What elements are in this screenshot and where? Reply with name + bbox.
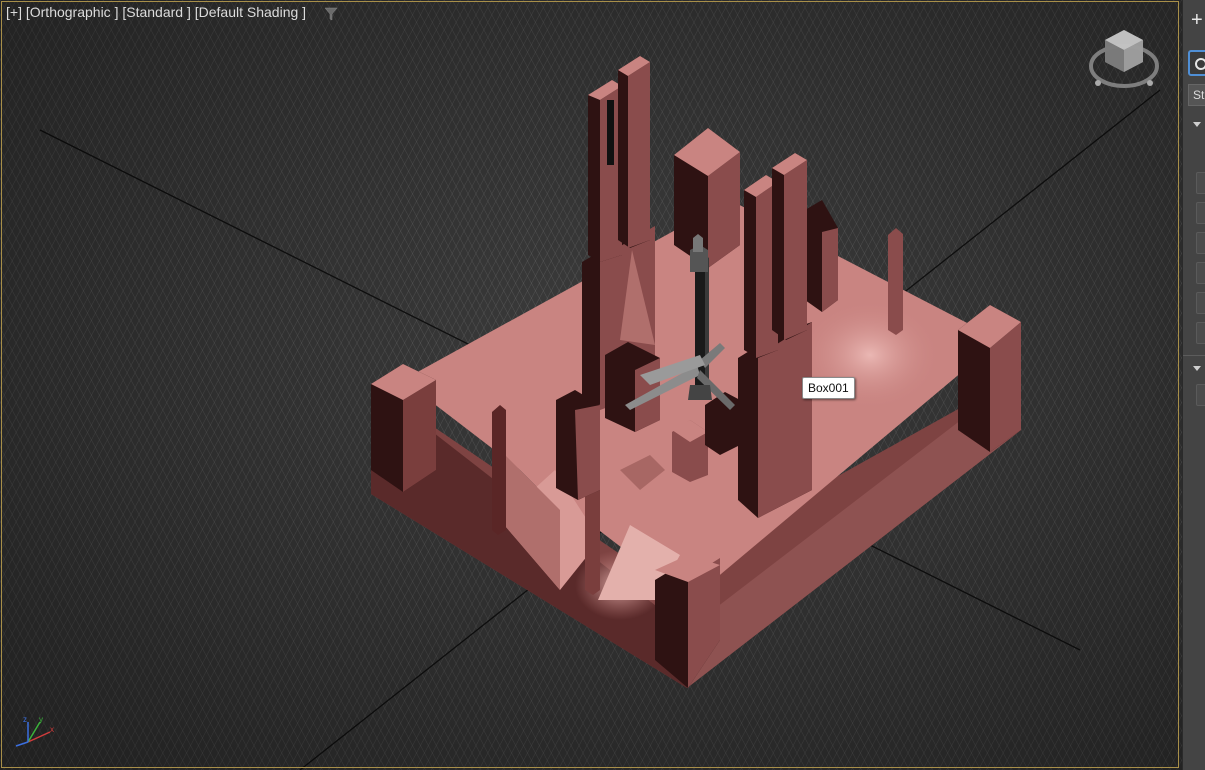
- thin-post-2: [888, 228, 903, 335]
- spire-right-light: [628, 62, 650, 248]
- viewport-point-of-view-menu[interactable]: [Orthographic ]: [26, 4, 119, 20]
- axis-tripod-icon: x y z: [15, 716, 54, 747]
- viewport-general-menu[interactable]: [+]: [6, 4, 22, 20]
- viewport-label-menu: [+] [Orthographic ] [Standard ] [Default…: [6, 4, 306, 20]
- object-type-button-3[interactable]: [1196, 232, 1205, 254]
- object-type-button-5[interactable]: [1196, 292, 1205, 314]
- col-r2-light: [784, 160, 807, 340]
- object-name-tooltip: Box001: [802, 377, 855, 399]
- viewcube-icon[interactable]: [1086, 26, 1162, 92]
- block-right-back-light: [822, 228, 838, 312]
- axis-y-label: y: [39, 716, 43, 724]
- perspective-viewport[interactable]: [+] [Orthographic ] [Standard ] [Default…: [0, 0, 1182, 770]
- funnel-filter-icon[interactable]: [324, 7, 338, 21]
- object-type-button-1[interactable]: [1196, 172, 1205, 194]
- object-type-button-4[interactable]: [1196, 262, 1205, 284]
- viewport-shading-menu[interactable]: [Default Shading ]: [195, 4, 306, 20]
- object-type-button-6[interactable]: [1196, 322, 1205, 344]
- object-type-button-2[interactable]: [1196, 202, 1205, 224]
- object-type-dropdown[interactable]: St: [1188, 84, 1205, 106]
- viewport-standard-menu[interactable]: [Standard ]: [122, 4, 191, 20]
- axis-x-label: x: [50, 725, 54, 734]
- axis-z-label: z: [23, 716, 27, 724]
- scene-render[interactable]: [0, 0, 1182, 770]
- rollout-separator: [1183, 355, 1205, 356]
- sphere-icon: [1195, 58, 1205, 70]
- thin-post-1: [492, 405, 506, 535]
- create-tab-button[interactable]: +: [1191, 10, 1203, 30]
- command-panel: + St: [1182, 0, 1205, 770]
- block-1-light: [575, 405, 600, 500]
- spire-slot: [607, 100, 614, 165]
- rollout-arrow-icon[interactable]: [1193, 122, 1201, 127]
- name-field[interactable]: [1196, 384, 1205, 406]
- rollout-arrow-icon-2[interactable]: [1193, 366, 1201, 371]
- geometry-category-button[interactable]: [1188, 50, 1205, 76]
